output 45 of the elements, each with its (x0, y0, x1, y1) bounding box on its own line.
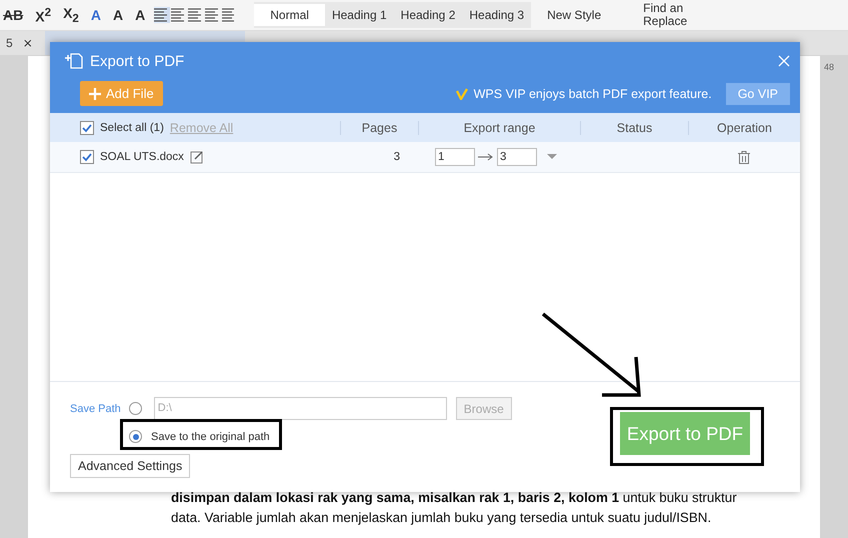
file-name: SOAL UTS.docx (100, 151, 184, 163)
trash-icon[interactable] (738, 150, 750, 164)
dropdown-icon[interactable] (547, 154, 557, 160)
column-header: Export range (464, 120, 536, 134)
checkbox[interactable] (80, 120, 94, 134)
subscript-icon[interactable]: X$_{2}$ (60, 5, 82, 25)
font-color-icon[interactable]: A (132, 7, 148, 23)
new-style-button[interactable]: New Style (547, 8, 602, 22)
column-header: Pages (362, 120, 398, 134)
range-to-field[interactable]: 3 (497, 148, 537, 166)
column-header: Status (616, 120, 652, 134)
select-all-label: Select all (1) (100, 122, 164, 134)
range-from-field[interactable]: 1 (435, 148, 475, 166)
close-icon[interactable]: × (22, 36, 33, 50)
highlight-icon[interactable]: A (110, 7, 126, 23)
find-replace-label[interactable]: Replace (643, 15, 688, 28)
column-header: Operation (717, 120, 772, 134)
find-replace-label[interactable]: Find an (643, 2, 688, 15)
save-path-label: Save Path (70, 402, 121, 414)
style-option[interactable]: Normal (254, 4, 325, 26)
vip-message: WPS VIP enjoys batch PDF export feature. (474, 86, 712, 100)
checkbox[interactable] (80, 150, 94, 164)
superscript-icon[interactable]: X$^{2}$ (32, 6, 54, 24)
style-option[interactable]: Heading 3 (462, 4, 532, 26)
export-file-icon (64, 52, 84, 70)
document-tab[interactable]: 5 × (0, 31, 39, 55)
ruler-number: 48 (824, 62, 834, 72)
plus-icon (89, 88, 101, 100)
strikethrough-text-icon[interactable]: AB (0, 7, 26, 23)
range-arrow-icon (477, 153, 495, 161)
style-option[interactable]: Heading 2 (394, 4, 462, 26)
radio-button[interactable] (129, 430, 142, 443)
edit-icon[interactable] (190, 150, 204, 164)
document-text-line: data. Variable jumlah akan menjelaskan jumlah buku yang tersedia untuk suatu judul/ISBN. (171, 509, 712, 527)
alignment-icons-drawing[interactable] (154, 7, 234, 23)
advanced-settings-button[interactable]: Advanced Settings (70, 454, 190, 478)
document-text-line: disimpan dalam lokasi rak yang sama, misalkan rak 1, baris 2, kolom 1 untuk buku struktur (171, 489, 737, 507)
radio-button[interactable] (128, 402, 142, 415)
original-path-label[interactable]: Save to the original path (151, 430, 270, 442)
style-option[interactable]: Heading 1 (324, 4, 394, 26)
dialog-title: Export to PDF (90, 52, 186, 70)
text-effect-icon[interactable]: A (88, 7, 104, 23)
vip-icon (456, 88, 468, 100)
page-count: 3 (394, 151, 400, 163)
close-icon[interactable] (778, 55, 790, 67)
